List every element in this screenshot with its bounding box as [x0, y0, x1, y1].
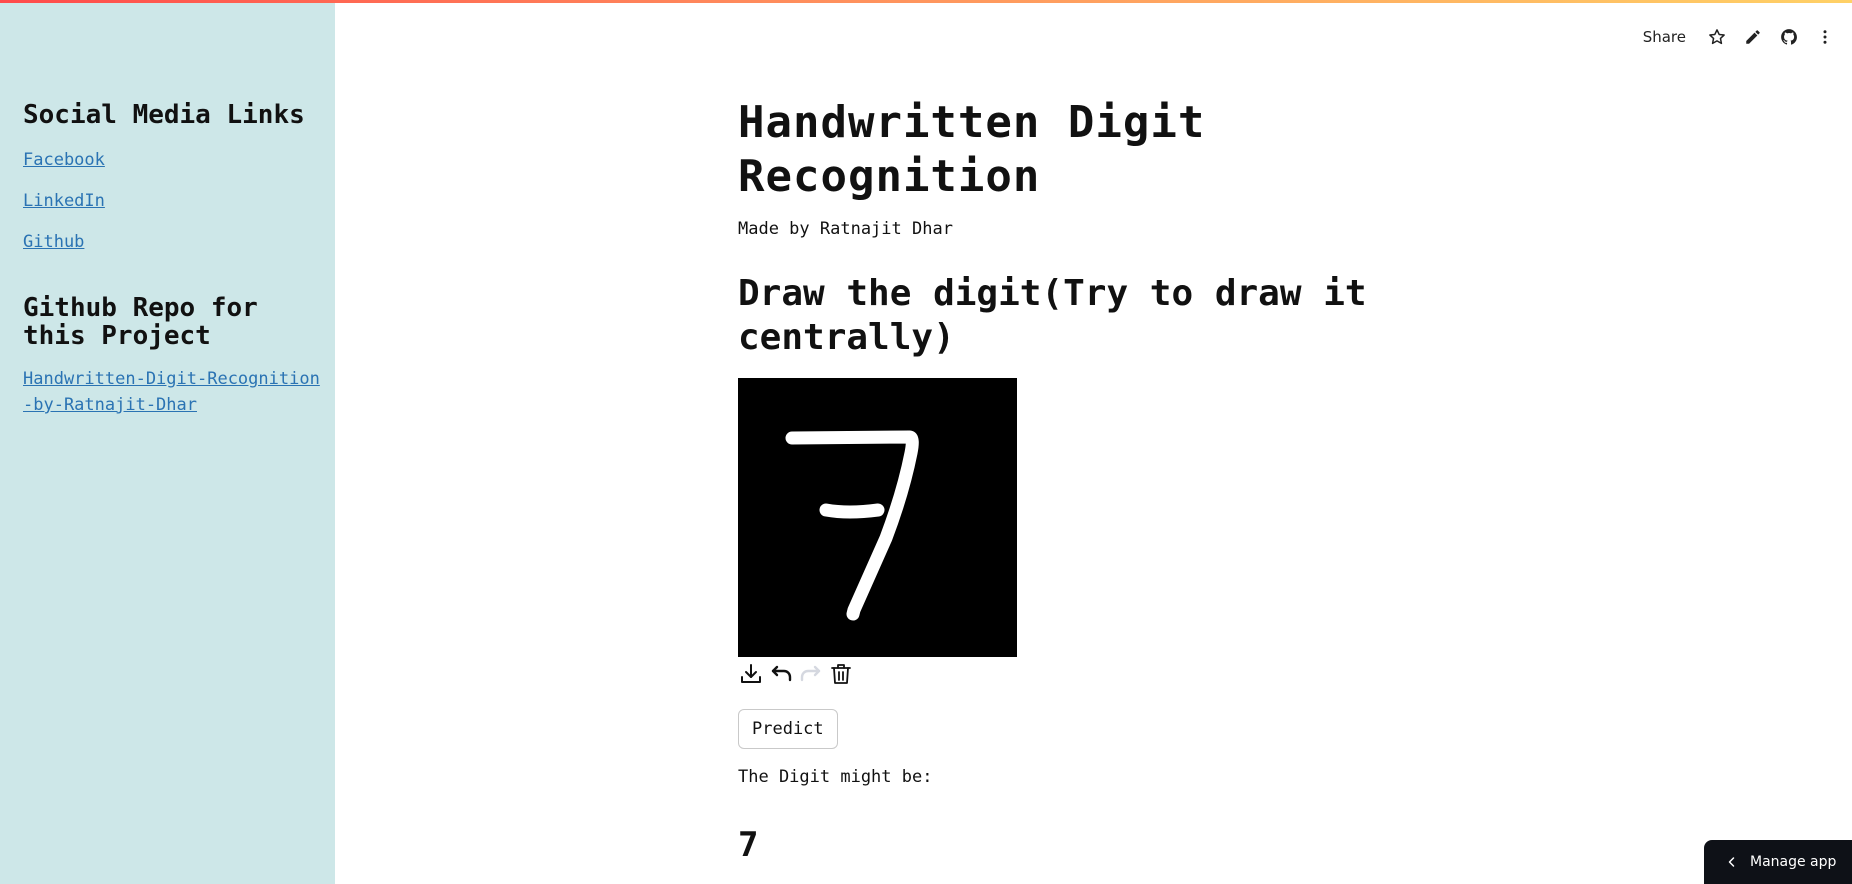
- sidebar-link-facebook[interactable]: Facebook: [23, 147, 105, 173]
- star-icon[interactable]: [1708, 28, 1726, 46]
- app-toolbar: Share: [1643, 22, 1834, 52]
- redo-icon[interactable]: [798, 660, 824, 688]
- sidebar: Social Media Links Facebook LinkedIn Git…: [0, 3, 335, 884]
- sidebar-title-social: Social Media Links: [23, 100, 305, 130]
- page-title: Handwritten Digit Recognition: [738, 97, 1206, 202]
- sidebar-link-repo[interactable]: Handwritten-Digit-Recognition-by-Ratnaji…: [23, 366, 323, 418]
- canvas-toolbar: [738, 660, 854, 688]
- trash-icon[interactable]: [828, 660, 854, 688]
- chevron-left-icon: [1728, 857, 1735, 867]
- predict-button[interactable]: Predict: [738, 709, 838, 749]
- result-label: The Digit might be:: [738, 767, 933, 787]
- sidebar-link-linkedin[interactable]: LinkedIn: [23, 188, 105, 214]
- sidebar-title-repo: Github Repo for this Project: [23, 293, 258, 351]
- manage-app-button[interactable]: Manage app: [1704, 840, 1852, 884]
- sidebar-link-github[interactable]: Github: [23, 229, 84, 255]
- share-button[interactable]: Share: [1643, 28, 1686, 46]
- drawing-canvas[interactable]: [738, 378, 1017, 657]
- predicted-digit: 7: [738, 825, 759, 865]
- download-icon[interactable]: [738, 660, 764, 688]
- github-icon[interactable]: [1780, 28, 1798, 46]
- author-text: Made by Ratnajit Dhar: [738, 219, 953, 239]
- draw-instruction-heading: Draw the digit(Try to draw it centrally): [738, 273, 1367, 358]
- manage-app-label: Manage app: [1750, 854, 1837, 870]
- more-vertical-icon[interactable]: [1816, 28, 1834, 46]
- undo-icon[interactable]: [768, 660, 794, 688]
- pencil-icon[interactable]: [1744, 28, 1762, 46]
- drawn-digit-stroke: [785, 430, 919, 621]
